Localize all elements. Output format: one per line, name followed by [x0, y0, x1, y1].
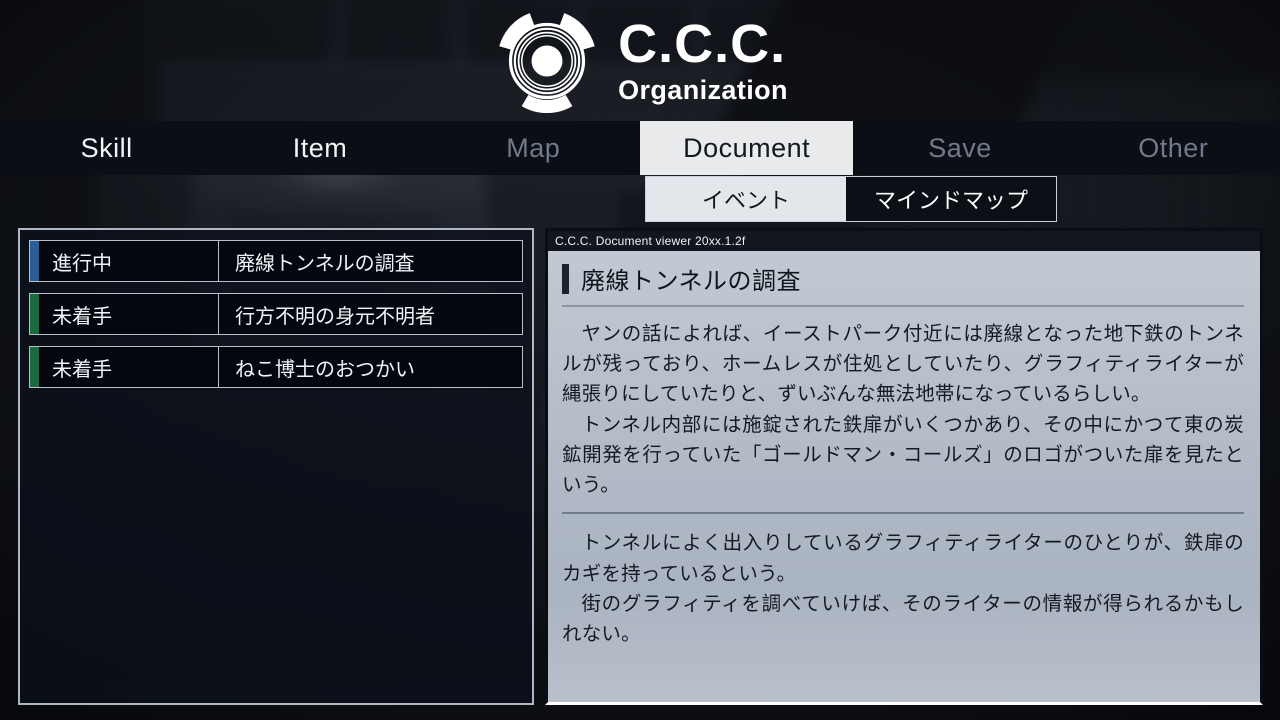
quest-title-label: ねこ博士のおつかい [235, 358, 415, 381]
nav-item-map[interactable]: Map [427, 121, 640, 175]
brand-logo: C.C.C. Organization [492, 6, 788, 116]
document-paragraph: トンネルによく出入りしているグラフィティライターのひとりが、鉄扉のカギを持ってい… [562, 532, 1244, 585]
document-paragraph: トンネル内部には施錠された鉄扉がいくつかあり、その中にかつて東の炭鉱開発を行って… [562, 413, 1244, 497]
document-heading: 廃線トンネルの調査 [562, 261, 1244, 307]
page-title: 廃線トンネルの調査 [581, 268, 802, 295]
document-section: ヤンの話によれば、イーストパーク付近には廃線となった地下鉄のトンネルが残っており… [562, 319, 1244, 515]
nav-item-save[interactable]: Save [853, 121, 1066, 175]
quest-status-bar [30, 294, 39, 334]
brand-title: C.C.C. [618, 14, 787, 74]
quest-list-panel: 進行中 廃線トンネルの調査 未着手 行方不明の身元不明者 未着手 ねこ博士のおつ… [18, 228, 534, 705]
document-content: 廃線トンネルの調査 ヤンの話によれば、イーストパーク付近には廃線となった地下鉄の… [548, 251, 1260, 702]
quest-status-bar [30, 241, 39, 281]
table-row[interactable]: 未着手 ねこ博士のおつかい [29, 346, 523, 388]
brand-subtitle: Organization [618, 75, 788, 105]
quest-status-label: 進行中 [39, 241, 219, 281]
quest-status-label: 未着手 [39, 294, 219, 334]
subtab-event[interactable]: イベント [646, 177, 846, 221]
nav-item-document[interactable]: Document [639, 121, 854, 175]
subtab-mind-map[interactable]: マインドマップ [846, 177, 1057, 221]
document-paragraph: 街のグラフィティを調べていけば、そのライターの情報が得られるかもしれない。 [562, 592, 1244, 645]
ccc-emblem-icon [499, 12, 595, 113]
document-paragraph: ヤンの話によれば、イーストパーク付近には廃線となった地下鉄のトンネルが残っており… [562, 323, 1244, 406]
table-row[interactable]: 進行中 廃線トンネルの調査 [29, 240, 523, 282]
quest-title-label: 行方不明の身元不明者 [235, 305, 435, 328]
game-menu-screen: C.C.C. Organization Skill Item Map Docum… [0, 0, 1280, 720]
document-subtabs: イベント マインドマップ [645, 176, 1058, 222]
nav-item-skill[interactable]: Skill [0, 121, 213, 175]
nav-item-item[interactable]: Item [213, 121, 426, 175]
document-section: トンネルによく出入りしているグラフィティライターのひとりが、鉄扉のカギを持ってい… [562, 528, 1244, 655]
quest-status-label: 未着手 [39, 347, 219, 387]
heading-accent-bar [562, 263, 569, 294]
nav-item-other[interactable]: Other [1067, 121, 1280, 175]
app-header: C.C.C. Organization [0, 0, 1280, 121]
quest-title-label: 廃線トンネルの調査 [235, 252, 415, 275]
document-viewer-titlebar: C.C.C. Document viewer 20xx.1.2f [548, 231, 1260, 251]
quest-status-bar [30, 347, 39, 387]
document-viewer-panel: C.C.C. Document viewer 20xx.1.2f 廃線トンネルの… [545, 228, 1263, 705]
main-nav: Skill Item Map Document Save Other [0, 121, 1280, 175]
table-row[interactable]: 未着手 行方不明の身元不明者 [29, 293, 523, 335]
